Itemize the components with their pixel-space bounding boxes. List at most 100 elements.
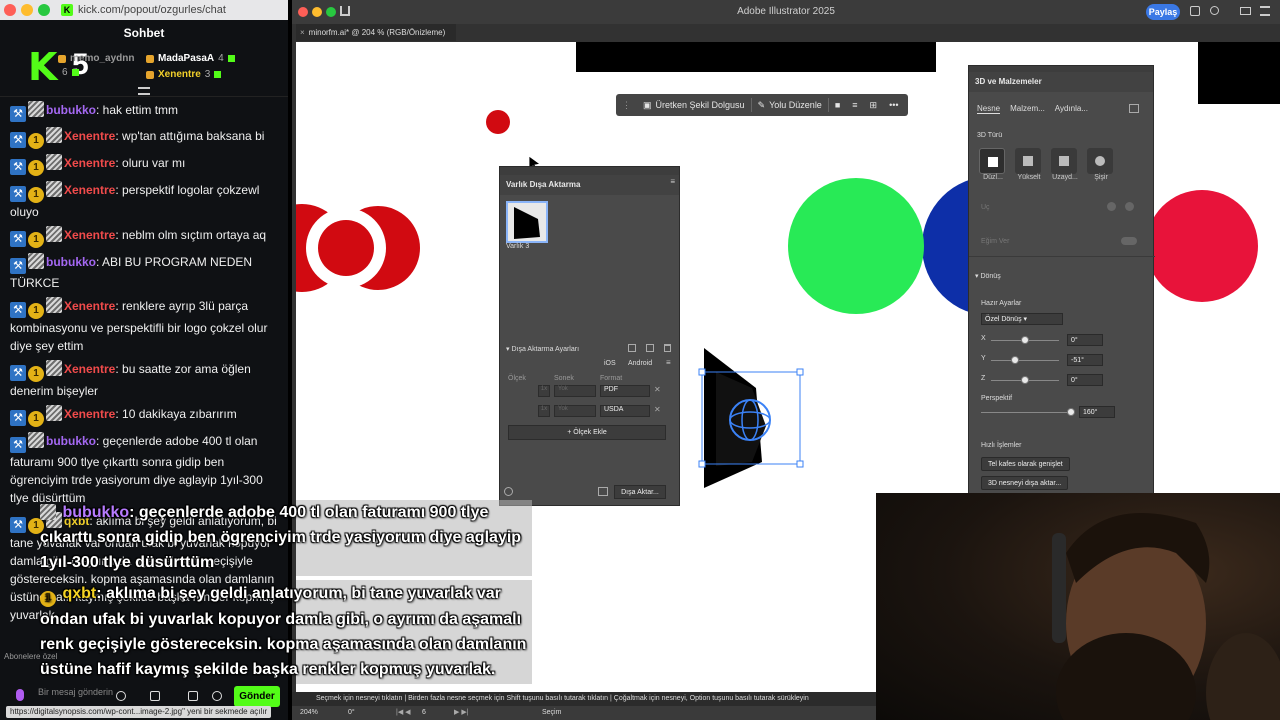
gifter-1[interactable]: memo_aydnn <box>58 53 134 64</box>
drag-handle-icon[interactable]: ⋮ <box>616 100 637 111</box>
export-settings-icon[interactable] <box>598 487 608 496</box>
mic-icon[interactable] <box>16 689 24 701</box>
chat-message[interactable]: ⚒ 1 Xenentre: neblm olm sıçtım ortaya aq <box>0 225 288 252</box>
chat-username[interactable]: bubukko <box>46 103 96 117</box>
green-circle[interactable] <box>788 178 924 314</box>
selection-handle[interactable] <box>796 368 804 376</box>
edit-path-button[interactable]: ✎ Yolu Düzenle <box>752 100 828 111</box>
format-select-1[interactable]: PDF <box>600 385 650 397</box>
suffix-input-1[interactable]: Yok <box>554 385 596 397</box>
transform-icon[interactable]: ⊞ <box>864 100 884 111</box>
url-text[interactable]: kick.com/popout/ozgurles/chat <box>78 4 226 16</box>
asset-thumbnail[interactable] <box>506 201 548 243</box>
scale-select-1[interactable]: 1x <box>538 385 550 397</box>
chat-username[interactable]: Xenentre <box>64 129 115 143</box>
align-icon[interactable]: ≡ <box>846 100 863 110</box>
menu-icon[interactable] <box>1260 6 1270 16</box>
preset-select[interactable]: Özel Dönüş ▾ <box>981 313 1063 325</box>
chat-message[interactable]: ⚒ 1 Xenentre: 10 dakikaya zıbarırım <box>0 404 288 431</box>
selection-handle[interactable] <box>698 460 706 468</box>
chat-message[interactable]: ⚒ 1 Xenentre: renklere ayrıp 3lü parça kom… <box>0 296 288 359</box>
close-window-button[interactable] <box>4 4 16 16</box>
list-view-icon[interactable]: ≡ <box>666 358 671 367</box>
panel-menu-icon[interactable]: ≡ <box>670 177 675 186</box>
share-button[interactable]: Paylaş <box>1146 4 1180 20</box>
logo-lettering-shape[interactable] <box>576 42 936 72</box>
selection-handle[interactable] <box>698 368 706 376</box>
perspective-slider-knob[interactable] <box>1067 408 1075 416</box>
plane-type-button[interactable] <box>979 148 1005 174</box>
minimize-window-button[interactable] <box>21 4 33 16</box>
lightbulb-icon[interactable] <box>1190 6 1200 16</box>
artboard-number-select[interactable]: 6 <box>422 706 426 720</box>
chat-username[interactable]: Xenentre <box>64 299 115 313</box>
remove-row-2-icon[interactable]: ✕ <box>654 405 661 414</box>
suffix-input-2[interactable]: Yok <box>554 405 596 417</box>
asset-name[interactable]: Varlık 3 <box>506 243 529 250</box>
panel-grip[interactable] <box>500 167 679 175</box>
revolve-type-button[interactable] <box>1051 148 1077 174</box>
y-slider-track[interactable] <box>991 360 1059 361</box>
android-preset-button[interactable]: Android <box>628 360 652 367</box>
chat-message[interactable]: ⚒ 1 Xenentre: wp'tan attığıma baksana bi <box>0 126 288 153</box>
z-value-input[interactable]: 0° <box>1067 374 1103 386</box>
export-settings-header[interactable]: ▾ Dışa Aktarma Ayarları <box>506 345 579 353</box>
chat-message[interactable]: ⚒ 1 Xenentre: bu saatte zor ama öğlen dene… <box>0 359 288 404</box>
scale-select-2[interactable]: 1x <box>538 405 550 417</box>
format-select-2[interactable]: USDA <box>600 405 650 417</box>
y-slider-knob[interactable] <box>1011 356 1019 364</box>
chat-username[interactable]: Xenentre <box>64 183 115 197</box>
small-red-circle[interactable] <box>486 110 510 134</box>
next-artboard-icon[interactable]: ▶ ▶| <box>454 706 469 720</box>
duplicate-icon[interactable] <box>646 344 654 352</box>
zoom-select[interactable]: 204% <box>300 706 318 720</box>
bevel-toggle[interactable] <box>1121 237 1137 245</box>
generative-shape-fill-button[interactable]: ▣ Üretken Şekil Dolgusu <box>637 100 751 111</box>
search-icon[interactable] <box>1210 6 1219 15</box>
chat-message[interactable]: ⚒ bubukko: geçenlerde adobe 400 tl olan f… <box>0 431 288 511</box>
rotation-section-header[interactable]: ▾ Dönüş <box>975 272 1001 280</box>
y-value-input[interactable]: -51° <box>1067 354 1103 366</box>
gifter-3[interactable]: Xenentre 3 <box>146 69 222 80</box>
black-rect-shape[interactable] <box>1198 42 1280 104</box>
add-icon[interactable] <box>628 344 636 352</box>
render-settings-icon[interactable] <box>1129 104 1139 113</box>
chat-message[interactable]: ⚒ bubukko: hak ettim tmm <box>0 100 288 126</box>
expand-wireframe-button[interactable]: Tel kafes olarak genişlet <box>981 457 1070 471</box>
workspace-icon[interactable] <box>1240 7 1251 15</box>
rotation-select[interactable]: 0° <box>348 706 355 720</box>
x-slider-knob[interactable] <box>1021 336 1029 344</box>
export-3d-object-button[interactable]: 3D nesneyi dışa aktar... <box>981 476 1069 490</box>
chat-username[interactable]: Xenentre <box>64 407 115 421</box>
trash-icon[interactable] <box>664 344 671 352</box>
pinned-collapse-icon[interactable] <box>138 87 150 95</box>
emoji-icon[interactable] <box>116 691 126 701</box>
chat-message[interactable]: ⚒ bubukko: ABI BU PROGRAM NEDEN TÜRKCE <box>0 252 288 296</box>
red-circle-center[interactable] <box>318 220 374 276</box>
chat-username[interactable]: Xenentre <box>64 156 115 170</box>
ios-preset-button[interactable]: iOS <box>604 360 616 367</box>
selection-handle[interactable] <box>796 460 804 468</box>
cap-icon[interactable] <box>1125 202 1134 211</box>
pink-circle[interactable] <box>1146 190 1258 302</box>
export-button[interactable]: Dışa Aktar... <box>614 485 666 499</box>
store-icon[interactable] <box>188 691 198 701</box>
stroke-swatch-icon[interactable]: ■ <box>829 100 846 110</box>
perspective-value-input[interactable]: 160° <box>1079 406 1115 418</box>
chat-username[interactable]: bubukko <box>46 434 96 448</box>
perspective-slider-track[interactable] <box>981 412 1073 413</box>
chat-username[interactable]: Xenentre <box>64 362 115 376</box>
chat-username[interactable]: bubukko <box>46 255 96 269</box>
document-tab[interactable]: × minorfm.ai* @ 204 % (RGB/Önizleme) <box>296 24 456 41</box>
chat-message[interactable]: ⚒ 1 Xenentre: perspektif logolar çokzewl o… <box>0 180 288 225</box>
maximize-window-button[interactable] <box>38 4 50 16</box>
more-options-icon[interactable]: ••• <box>883 100 904 110</box>
gifter-2[interactable]: MadaPasaA 4 <box>146 53 235 64</box>
first-artboard-icon[interactable]: |◀ ◀ <box>396 706 411 720</box>
cap-icon[interactable] <box>1107 202 1116 211</box>
send-button[interactable]: Gönder <box>234 686 280 707</box>
chat-username[interactable]: Xenentre <box>64 228 115 242</box>
tab-object[interactable]: Nesne <box>977 104 1001 114</box>
tab-materials[interactable]: Malzem... <box>1010 104 1045 114</box>
add-scale-button[interactable]: + Ölçek Ekle <box>508 425 666 440</box>
